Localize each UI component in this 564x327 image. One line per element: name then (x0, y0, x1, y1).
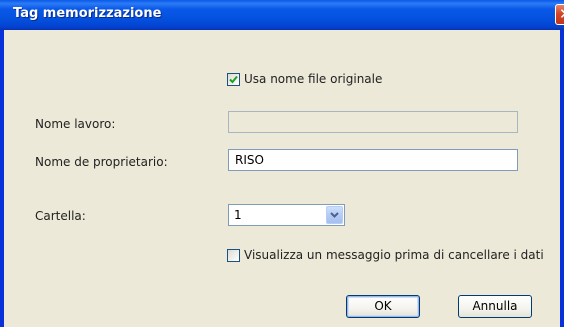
show-message-label[interactable]: Visualizza un messaggio prima di cancell… (244, 248, 544, 262)
owner-name-label: Nome de proprietario: (35, 155, 168, 169)
owner-name-field[interactable]: RISO (228, 149, 518, 171)
dropdown-button[interactable] (326, 206, 343, 224)
folder-dropdown[interactable]: 1 (228, 204, 345, 226)
window-title: Tag memorizzazione (13, 6, 162, 21)
dialog-window: Tag memorizzazione ✕ Usa nome file origi… (0, 0, 564, 327)
title-bar[interactable]: Tag memorizzazione ✕ (0, 0, 564, 30)
chevron-down-icon (330, 212, 339, 218)
ok-button[interactable]: OK (346, 295, 420, 318)
cancel-button[interactable]: Annulla (458, 295, 532, 318)
use-original-filename-checkbox[interactable] (227, 73, 240, 86)
job-name-field[interactable] (228, 111, 518, 133)
folder-selected-value: 1 (234, 208, 242, 222)
job-name-label: Nome lavoro: (35, 117, 116, 131)
checkmark-icon (229, 75, 238, 84)
folder-label: Cartella: (35, 209, 86, 223)
use-original-filename-label[interactable]: Usa nome file originale (244, 72, 382, 86)
close-icon: ✕ (559, 5, 564, 24)
show-message-checkbox[interactable] (227, 249, 240, 262)
close-button[interactable]: ✕ (555, 4, 564, 25)
